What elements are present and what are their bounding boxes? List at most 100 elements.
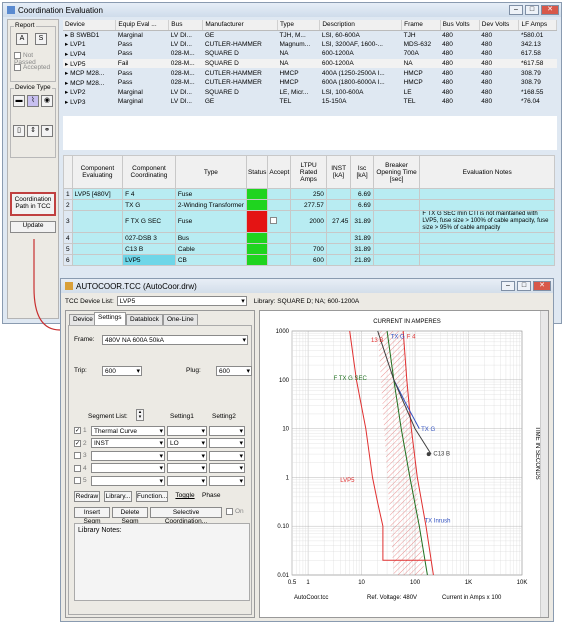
maximize-button[interactable]: □ bbox=[525, 5, 539, 15]
setting2-select[interactable] bbox=[209, 438, 245, 448]
device-row[interactable]: ▸ MCP M28... Pass 028-M... CUTLER-HAMMER HMC… bbox=[63, 68, 557, 78]
accept-cell[interactable] bbox=[267, 254, 292, 266]
segment-name-select[interactable] bbox=[91, 463, 165, 473]
tab-datablock[interactable]: Datablock bbox=[126, 314, 163, 325]
tcc-chart[interactable]: CURRENT IN AMPERESTIME IN SECONDS0.5 1 10 1… bbox=[260, 311, 550, 619]
switch-type-icon[interactable]: ⇕ bbox=[27, 125, 39, 137]
setting2-select[interactable] bbox=[209, 425, 245, 436]
on-checkbox[interactable]: On bbox=[226, 508, 244, 515]
segment-checkbox[interactable] bbox=[74, 464, 81, 472]
device-row[interactable]: ▸ LVP2 Marginal LV DI... SQUARE D LE, Micr..… bbox=[63, 88, 557, 98]
setting2-select[interactable] bbox=[209, 475, 245, 486]
evaluation-row[interactable]: 4 027-DSB 3 Bus 31.89 bbox=[63, 232, 555, 244]
setting1-select[interactable] bbox=[167, 450, 207, 461]
function-button[interactable]: Function... bbox=[136, 491, 168, 502]
segment-spinner[interactable]: ▴ ▾ bbox=[136, 409, 144, 421]
device-row[interactable]: ▸ MCP M28... Pass 028-M... CUTLER-HAMMER HMC… bbox=[63, 78, 557, 88]
device-cell: 480 bbox=[442, 40, 453, 48]
tab-device[interactable]: Device bbox=[69, 314, 97, 325]
accept-cell[interactable] bbox=[267, 243, 292, 255]
device-cell: 028-M... bbox=[170, 50, 195, 58]
tcc-maximize-button[interactable]: □ bbox=[517, 281, 531, 291]
report-s-button[interactable]: S bbox=[35, 33, 47, 45]
device-row[interactable]: ▸ LVP5 Fail 028-M... SQUARE D NA 600-1200A NA 4… bbox=[63, 58, 557, 69]
binoculars-icon[interactable]: ⚭ bbox=[41, 125, 53, 137]
device-cell: 480 bbox=[442, 79, 453, 87]
fuse-type-icon[interactable]: ▯ bbox=[13, 125, 25, 137]
setting2-select[interactable] bbox=[209, 450, 245, 461]
device-row[interactable]: ▸ LVP1 Pass LV DI... CUTLER-HAMMER Magnum...… bbox=[63, 40, 557, 50]
device-col-header[interactable]: Bus Volts bbox=[440, 20, 480, 31]
device-row[interactable]: ▸ LVP3 Marginal LV DI... GE TEL 15-150A TEL 480… bbox=[63, 97, 557, 107]
evaluation-row[interactable]: 3 F TX G SEC Fuse 2000 27.45 31.89 F TX G SEC … bbox=[63, 210, 555, 233]
coordination-path-button[interactable]: Coordination Path in TCC bbox=[10, 192, 56, 216]
device-col-header[interactable]: Type bbox=[277, 20, 321, 31]
tab-settings[interactable]: Settings bbox=[94, 312, 126, 325]
device-row[interactable]: ▸ LVP4 Pass 028-M... SQUARE D NA 600-1200A 700… bbox=[63, 49, 557, 59]
device-cell: *617.58 bbox=[518, 58, 557, 69]
segment-name-select[interactable]: Thermal Curve bbox=[91, 425, 165, 436]
accepted-checkbox[interactable]: Accepted bbox=[14, 64, 50, 71]
segment-row: ✓ 1 Thermal Curve bbox=[74, 425, 245, 436]
component-coordinating-cell: F TX G SEC bbox=[122, 210, 176, 233]
insert-segm-button[interactable]: Insert Segm bbox=[74, 507, 110, 525]
selective-coordination-button[interactable]: Selective Coordination... bbox=[150, 507, 222, 525]
device-col-header[interactable]: Device bbox=[63, 20, 117, 31]
library-button[interactable]: Library... bbox=[104, 491, 132, 502]
device-col-header[interactable]: Frame bbox=[401, 20, 441, 31]
breaker-type-icon[interactable]: ⌇ bbox=[27, 95, 39, 107]
device-col-header[interactable]: Bus bbox=[168, 20, 204, 31]
evaluation-row[interactable]: 6 LVP5 CB 600 21.89 bbox=[63, 254, 555, 266]
device-col-header[interactable]: Dev Volts bbox=[479, 20, 520, 31]
redraw-button[interactable]: Redraw bbox=[74, 491, 100, 502]
accept-cell[interactable] bbox=[267, 199, 292, 211]
segment-name-select[interactable] bbox=[91, 475, 165, 486]
setting1-select[interactable]: LO bbox=[167, 438, 207, 448]
device-cell: *580.01 bbox=[520, 31, 544, 39]
segment-name-select[interactable]: INST bbox=[91, 438, 165, 448]
device-cell: CUTLER-HAMMER bbox=[204, 40, 262, 48]
device-row[interactable]: ▸ B SWBD1 Marginal LV DI... GE TJH, M... LSI,… bbox=[63, 30, 557, 40]
report-a-button[interactable]: A bbox=[16, 33, 28, 45]
evaluation-row[interactable]: 5 C13 B Cable 700 31.89 bbox=[63, 243, 555, 255]
device-col-header[interactable]: Equip Eval ... bbox=[115, 20, 170, 31]
device-cell: CUTLER-HAMMER bbox=[204, 79, 262, 87]
trip-select[interactable]: 600 bbox=[102, 366, 142, 376]
device-name-cell: ▸ LVP4 bbox=[65, 50, 86, 58]
segment-name-select[interactable] bbox=[91, 450, 165, 461]
tcc-close-button[interactable]: ✕ bbox=[533, 281, 551, 291]
delete-segm-button[interactable]: Delete Segm bbox=[112, 507, 148, 525]
setting2-select[interactable] bbox=[209, 463, 245, 473]
setting1-select[interactable] bbox=[167, 475, 207, 486]
tab-one-line[interactable]: One-Line bbox=[163, 314, 198, 325]
device-col-header[interactable]: LF Amps bbox=[518, 20, 557, 31]
setting1-select[interactable] bbox=[167, 425, 207, 436]
minimize-button[interactable]: – bbox=[509, 5, 523, 15]
evaluation-row[interactable]: 2 TX G 2-Winding Transformer 277.57 6.69 bbox=[63, 199, 555, 211]
tcc-minimize-button[interactable]: – bbox=[501, 281, 515, 291]
component-coordinating-cell: 027-DSB 3 bbox=[122, 232, 176, 244]
plot-scrollbar[interactable] bbox=[540, 311, 548, 617]
accept-checkbox[interactable] bbox=[270, 217, 278, 224]
device-col-header[interactable]: Manufacturer bbox=[202, 20, 278, 31]
setting1-select[interactable] bbox=[167, 463, 207, 473]
close-button[interactable]: ✕ bbox=[541, 5, 559, 15]
accept-cell[interactable] bbox=[267, 232, 292, 244]
update-button[interactable]: Update bbox=[10, 221, 56, 233]
segment-checkbox[interactable]: ✓ bbox=[74, 427, 81, 434]
relay-type-icon[interactable]: ◉ bbox=[41, 95, 53, 107]
segment-checkbox[interactable] bbox=[74, 452, 81, 459]
device-cell: 480 bbox=[442, 69, 453, 77]
evaluation-row[interactable]: 1 LVP5 [480V] F 4 Fuse 250 6.69 bbox=[63, 188, 555, 200]
device-cell: LV DI... bbox=[170, 88, 192, 96]
accept-cell[interactable] bbox=[267, 210, 292, 233]
device-col-header[interactable]: Description bbox=[319, 20, 403, 31]
accept-cell[interactable] bbox=[267, 188, 292, 200]
toggle-button[interactable]: Toggle bbox=[172, 491, 198, 502]
cable-type-icon[interactable]: ▬ bbox=[13, 95, 25, 107]
plug-select[interactable]: 600 bbox=[216, 366, 252, 376]
device-list-select[interactable]: LVP5 bbox=[116, 296, 247, 306]
segment-checkbox[interactable]: ✓ bbox=[74, 439, 81, 447]
frame-select[interactable]: 480V NA 600A 50kA bbox=[102, 335, 248, 345]
segment-checkbox[interactable] bbox=[74, 477, 81, 484]
